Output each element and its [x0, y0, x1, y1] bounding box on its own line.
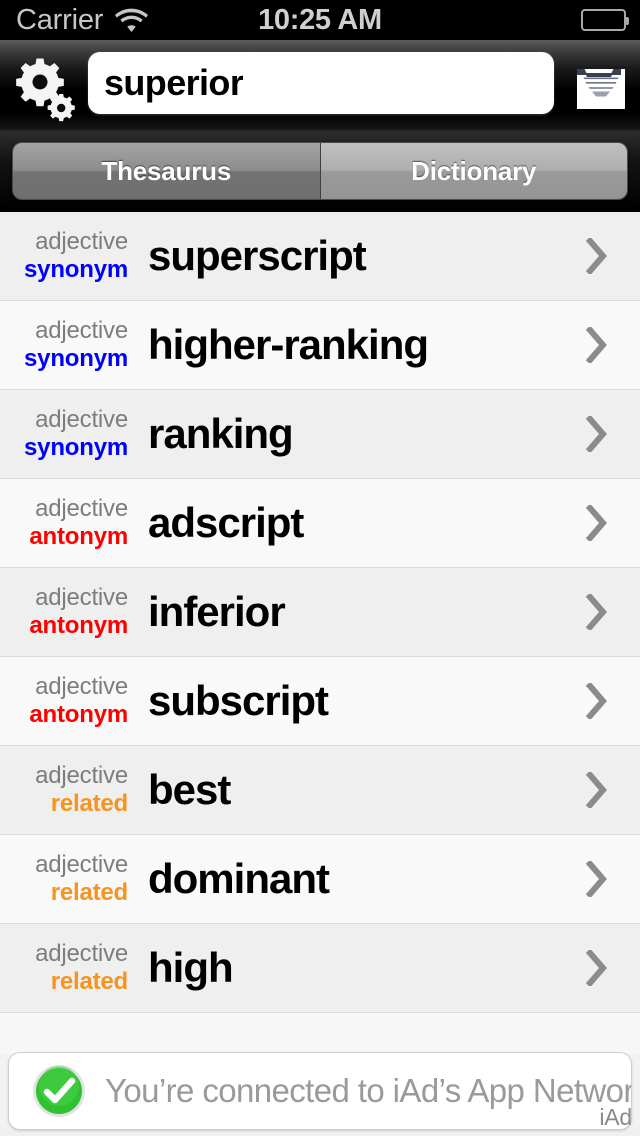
app-screen: Carrier 10:25 AM superior Thesaurus Dict… [0, 0, 640, 1136]
relation-label: synonym [24, 256, 128, 283]
iad-message: You’re connected to iAd’s App Network. [105, 1072, 632, 1109]
chevron-right-icon[interactable] [568, 772, 640, 808]
part-of-speech-label: adjective [35, 317, 128, 345]
result-word: dominant [148, 855, 330, 902]
row-labels: adjective synonym [0, 318, 128, 372]
row-labels: adjective synonym [0, 229, 128, 283]
inbox-tray-icon [570, 53, 632, 115]
chevron-right-icon[interactable] [568, 416, 640, 452]
result-word: inferior [148, 588, 286, 635]
tab-thesaurus[interactable]: Thesaurus [13, 143, 321, 199]
segmented-control[interactable]: Thesaurus Dictionary [12, 142, 628, 200]
iad-banner[interactable]: You’re connected to iAd’s App Network. [8, 1052, 632, 1130]
chevron-right-icon[interactable] [568, 594, 640, 630]
results-list[interactable]: adjective synonym superscript adjective … [0, 212, 640, 1022]
part-of-speech-label: adjective [35, 228, 128, 256]
table-row[interactable]: adjective related high [0, 924, 640, 1013]
table-row[interactable]: adjective related best [0, 746, 640, 835]
mode-switcher-bar: Thesaurus Dictionary [0, 132, 640, 212]
result-word: higher-ranking [148, 321, 429, 368]
iad-network-label: iAd [599, 1104, 632, 1130]
part-of-speech-label: adjective [35, 495, 128, 523]
search-input-value: superior [104, 62, 244, 103]
table-row[interactable]: adjective synonym ranking [0, 390, 640, 479]
table-row[interactable]: adjective related dominant [0, 835, 640, 924]
status-bar-time: 10:25 AM [258, 3, 382, 36]
result-word: superscript [148, 232, 367, 279]
row-labels: adjective related [0, 763, 128, 817]
chevron-right-icon[interactable] [568, 861, 640, 897]
status-bar: Carrier 10:25 AM [0, 0, 640, 40]
row-labels: adjective related [0, 852, 128, 906]
chevron-right-icon[interactable] [568, 505, 640, 541]
gears-icon [6, 50, 78, 122]
part-of-speech-label: adjective [35, 851, 128, 879]
table-row[interactable]: adjective synonym superscript [0, 212, 640, 301]
part-of-speech-label: adjective [35, 584, 128, 612]
part-of-speech-label: adjective [35, 762, 128, 790]
relation-label: antonym [29, 701, 128, 728]
battery-icon [581, 9, 629, 31]
settings-button[interactable] [6, 50, 78, 122]
row-labels: adjective synonym [0, 407, 128, 461]
relation-label: synonym [24, 434, 128, 461]
result-word: subscript [148, 677, 329, 724]
chevron-right-icon[interactable] [568, 238, 640, 274]
top-toolbar: superior [0, 40, 640, 132]
row-labels: adjective antonym [0, 496, 128, 550]
result-word: best [148, 766, 231, 813]
relation-label: related [50, 968, 129, 995]
table-row[interactable]: adjective synonym higher-ranking [0, 301, 640, 390]
status-bar-right [581, 9, 629, 31]
relation-label: related [50, 790, 129, 817]
result-word: ranking [148, 410, 294, 457]
relation-label: antonym [29, 523, 128, 550]
bottom-strip [0, 1130, 640, 1136]
green-check-circle-icon [31, 1063, 87, 1119]
result-word: adscript [148, 499, 304, 546]
relation-label: synonym [24, 345, 128, 372]
inbox-button[interactable] [570, 53, 632, 115]
table-row[interactable]: adjective antonym adscript [0, 479, 640, 568]
row-labels: adjective related [0, 941, 128, 995]
chevron-right-icon[interactable] [568, 950, 640, 986]
relation-label: related [50, 879, 129, 906]
part-of-speech-label: adjective [35, 406, 128, 434]
part-of-speech-label: adjective [35, 940, 128, 968]
tab-dictionary[interactable]: Dictionary [320, 143, 627, 199]
relation-label: antonym [29, 612, 128, 639]
chevron-right-icon[interactable] [568, 683, 640, 719]
table-row[interactable]: adjective antonym subscript [0, 657, 640, 746]
row-labels: adjective antonym [0, 585, 128, 639]
table-row[interactable]: adjective antonym inferior [0, 568, 640, 657]
result-word: high [148, 944, 234, 991]
row-labels: adjective antonym [0, 674, 128, 728]
chevron-right-icon[interactable] [568, 327, 640, 363]
search-input[interactable]: superior [88, 52, 554, 114]
part-of-speech-label: adjective [35, 673, 128, 701]
list-bottom-gap [0, 1022, 640, 1054]
